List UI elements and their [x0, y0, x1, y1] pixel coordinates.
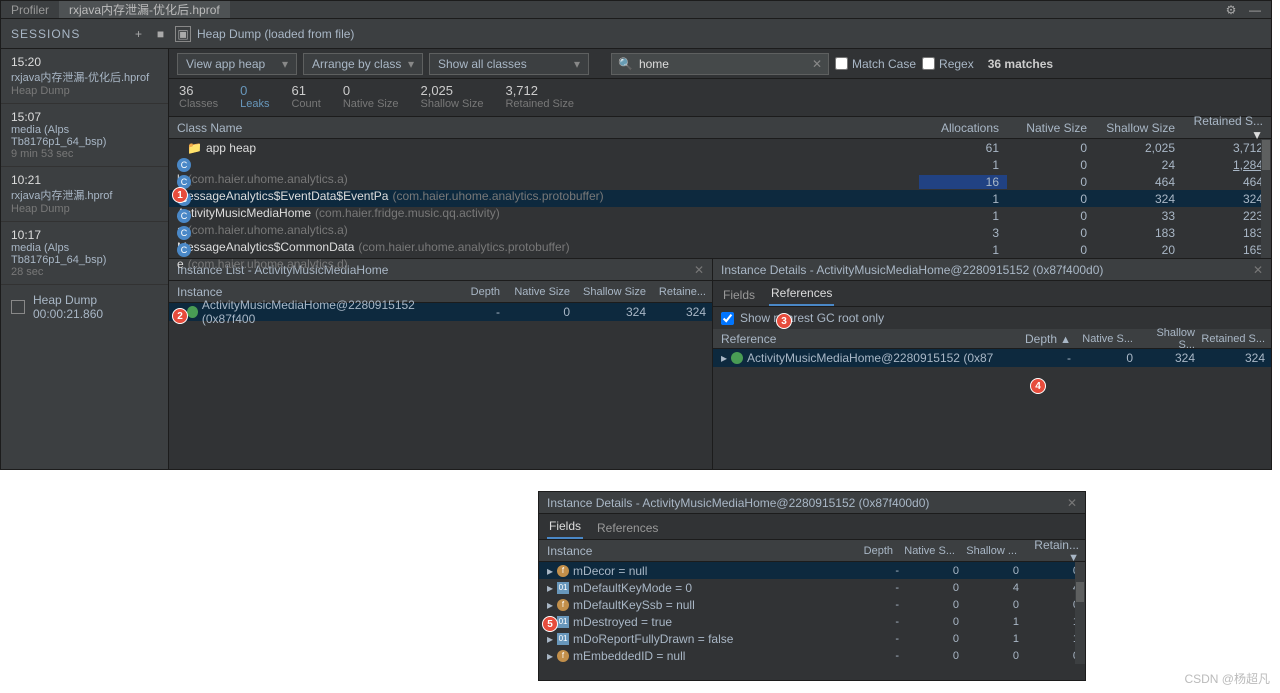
col-retained-size[interactable]: Retained S... ▼ [1183, 114, 1271, 142]
chevron-down-icon: ▾ [282, 57, 288, 71]
sessions-panel: 15:20rxjava内存泄漏-优化后.hprofHeap Dump15:07m… [1, 49, 169, 469]
instance-details-title: Instance Details - ActivityMusicMediaHom… [547, 496, 929, 510]
heap-dump-icon [11, 300, 25, 314]
badge-2: 2 [172, 308, 188, 324]
instance-details-pane: Instance Details - ActivityMusicMediaHom… [713, 259, 1271, 469]
col-shallow[interactable]: Shallow S... [1139, 327, 1201, 351]
field-row[interactable]: ▸fmDefaultKeySsb = null-000 [539, 596, 1085, 613]
heap-dump-time: 00:00:21.860 [33, 307, 103, 321]
expand-icon[interactable]: ▸ [721, 351, 727, 365]
controls-bar: View app heap▾ Arrange by class▾ Show al… [169, 49, 1271, 79]
tab-bar: Profiler rxjava内存泄漏-优化后.hprof ⚙ — [1, 1, 1271, 19]
regex-checkbox[interactable]: Regex [922, 57, 974, 71]
col-allocations[interactable]: Allocations [919, 121, 1007, 135]
col-native[interactable]: Native Size [506, 286, 576, 298]
col-native-size[interactable]: Native Size [1007, 121, 1095, 135]
session-item[interactable]: 15:20rxjava内存泄漏-优化后.hprofHeap Dump [1, 49, 168, 104]
stat-item: 36Classes [179, 83, 218, 112]
class-table-header: Class Name Allocations Native Size Shall… [169, 117, 1271, 139]
clear-search-icon[interactable]: ✕ [812, 57, 822, 71]
instance-row[interactable]: ▸ActivityMusicMediaHome@2280915152 (0x87… [169, 303, 712, 321]
class-row[interactable]: Ce(com.haier.uhome.analytics.d)1020165 [169, 241, 1271, 258]
session-item[interactable]: 10:21rxjava内存泄漏.hprofHeap Dump [1, 167, 168, 222]
stat-item: 3,712Retained Size [505, 83, 574, 112]
col-retained[interactable]: Retaine... [652, 286, 712, 298]
field-row[interactable]: ▸01mDestroyed = true-011 [539, 613, 1085, 630]
col-depth[interactable]: Depth [446, 286, 506, 298]
tab-fields[interactable]: Fields [547, 515, 583, 539]
col-native[interactable]: Native S... [1077, 333, 1139, 345]
field-row[interactable]: ▸fmEmbeddedID = null-000 [539, 647, 1085, 664]
add-session-icon[interactable]: + [131, 26, 147, 42]
stat-item: 2,025Shallow Size [420, 83, 483, 112]
tab-file[interactable]: rxjava内存泄漏-优化后.hprof [59, 1, 230, 18]
col-instance[interactable]: Instance [547, 544, 849, 558]
close-icon[interactable]: ✕ [1253, 263, 1263, 277]
col-instance[interactable]: Instance [177, 285, 446, 299]
col-native[interactable]: Native S... [899, 545, 961, 557]
col-shallow-size[interactable]: Shallow Size [1095, 121, 1183, 135]
arrange-dropdown[interactable]: Arrange by class▾ [303, 53, 423, 75]
search-box[interactable]: 🔍 ✕ [611, 53, 829, 75]
view-heap-dropdown[interactable]: View app heap▾ [177, 53, 297, 75]
tab-references[interactable]: References [769, 282, 834, 306]
sessions-label: SESSIONS [11, 27, 80, 41]
stop-session-icon[interactable]: ■ [153, 26, 169, 42]
field-row[interactable]: ▸01mDoReportFullyDrawn = false-011 [539, 630, 1085, 647]
chevron-down-icon: ▾ [408, 57, 414, 71]
toolbar: SESSIONS + ■ ▣ Heap Dump (loaded from fi… [1, 19, 1271, 49]
show-classes-dropdown[interactable]: Show all classes▾ [429, 53, 589, 75]
tab-references[interactable]: References [595, 517, 660, 539]
reference-row[interactable]: ▸ActivityMusicMediaHome@2280915152 (0x87… [713, 349, 1271, 367]
minimize-icon[interactable]: — [1247, 2, 1263, 18]
detached-instance-details: Instance Details - ActivityMusicMediaHom… [538, 491, 1086, 681]
badge-1: 1 [172, 187, 188, 203]
col-depth[interactable]: Depth ▲ [1015, 332, 1077, 346]
col-shallow[interactable]: Shallow Size [576, 286, 652, 298]
badge-5: 5 [542, 616, 558, 632]
col-shallow[interactable]: Shallow ... [961, 545, 1023, 557]
session-item[interactable]: 10:17media (Alps Tb8176p1_64_bsp)28 sec [1, 222, 168, 285]
session-item[interactable]: 15:07media (Alps Tb8176p1_64_bsp)9 min 5… [1, 104, 168, 167]
instance-icon [731, 352, 743, 364]
chevron-down-icon: ▾ [574, 57, 580, 71]
gear-icon[interactable]: ⚙ [1223, 2, 1239, 18]
col-reference[interactable]: Reference [721, 332, 1015, 346]
badge-4: 4 [1030, 378, 1046, 394]
capture-icon[interactable]: ▣ [175, 26, 191, 42]
match-case-checkbox[interactable]: Match Case [835, 57, 916, 71]
matches-count: 36 matches [988, 57, 1053, 71]
tab-fields[interactable]: Fields [721, 284, 757, 306]
badge-3: 3 [776, 313, 792, 329]
heap-dump-item[interactable]: Heap Dump 00:00:21.860 [1, 285, 168, 329]
stat-item: 0Leaks [240, 83, 269, 112]
scrollbar[interactable] [1261, 139, 1271, 258]
heap-dump-label: Heap Dump (loaded from file) [197, 27, 354, 41]
instance-list-pane: Instance List - ActivityMusicMediaHome✕ … [169, 259, 713, 469]
gc-root-checkbox[interactable] [721, 312, 734, 325]
watermark: CSDN @杨超凡 [1184, 670, 1270, 687]
col-retained[interactable]: Retained S... [1201, 333, 1271, 345]
field-row[interactable]: ▸01mDefaultKeyMode = 0-044 [539, 579, 1085, 596]
gc-root-label: Show nearest GC root only [740, 311, 884, 325]
stat-item: 0Native Size [343, 83, 399, 112]
stats-bar: 36Classes 0Leaks 61Count 0Native Size 2,025S… [169, 79, 1271, 117]
field-row[interactable]: ▸fmDecor = null-000 [539, 562, 1085, 579]
tab-profiler[interactable]: Profiler [1, 3, 59, 17]
close-icon[interactable]: ✕ [1067, 496, 1077, 510]
col-retained[interactable]: Retain... ▼ [1023, 538, 1085, 564]
stat-item: 61Count [291, 83, 320, 112]
instance-icon [187, 306, 198, 318]
heap-dump-title: Heap Dump [33, 293, 103, 307]
search-input[interactable] [639, 57, 806, 71]
col-depth[interactable]: Depth [849, 545, 899, 557]
search-icon: 🔍 [618, 57, 633, 71]
col-class-name[interactable]: Class Name [177, 121, 919, 135]
class-table-body: 📁app heap6102,0253,712Cb(com.haier.uhome… [169, 139, 1271, 258]
scrollbar[interactable] [1075, 562, 1085, 664]
